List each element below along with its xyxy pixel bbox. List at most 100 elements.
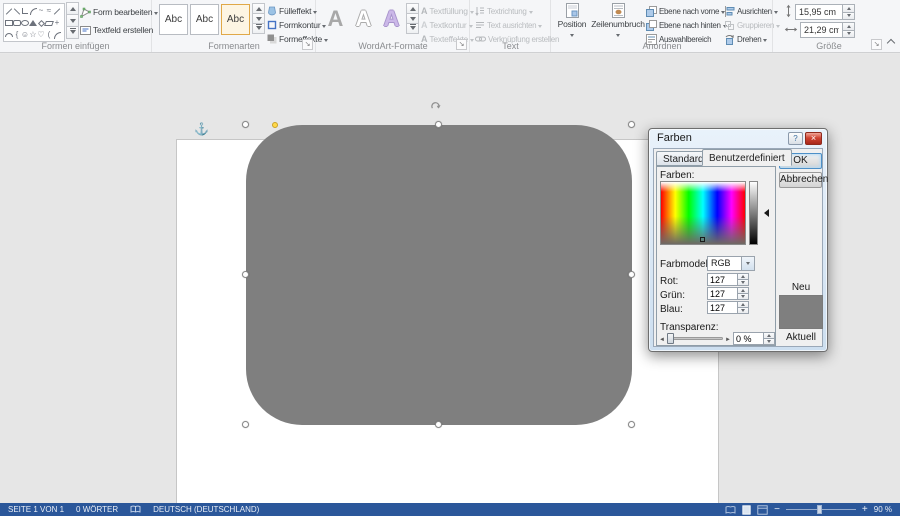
- shape-diagonal-icon[interactable]: [53, 5, 61, 17]
- shape-width-stepper[interactable]: [784, 22, 855, 38]
- wordart-style-2[interactable]: A: [350, 2, 377, 35]
- luminance-bar[interactable]: [749, 181, 758, 245]
- selection-handle-top-left[interactable]: [242, 121, 249, 128]
- adjust-handle[interactable]: [272, 122, 278, 128]
- slider-right-arrow[interactable]: ►: [725, 337, 731, 343]
- shape-parallelogram-icon[interactable]: [45, 17, 53, 29]
- shape-diamond-icon[interactable]: [37, 17, 45, 29]
- align-objects-button[interactable]: Ausrichten: [724, 4, 778, 18]
- shape-styles-dialog-launcher[interactable]: ↘: [302, 39, 313, 50]
- read-mode-button[interactable]: [725, 505, 736, 515]
- send-backward-button[interactable]: Ebene nach hinten: [646, 18, 727, 32]
- red-down-button[interactable]: [738, 279, 749, 286]
- height-down-button[interactable]: [843, 12, 855, 21]
- blue-down-button[interactable]: [738, 307, 749, 314]
- zoom-slider-thumb[interactable]: [817, 505, 822, 514]
- wrap-text-button[interactable]: Zeilenumbruch: [592, 3, 644, 39]
- slider-left-arrow[interactable]: ◄: [659, 337, 665, 343]
- selection-handle-middle-right[interactable]: [628, 271, 635, 278]
- transparency-input[interactable]: [733, 332, 764, 345]
- wordart-style-1[interactable]: A: [322, 2, 349, 35]
- shape-gallery[interactable]: ~ ≈ + { ☺ ☆ ♡: [3, 3, 65, 42]
- width-down-button[interactable]: [843, 30, 855, 39]
- shape-zigzag-icon[interactable]: ≈: [45, 5, 53, 17]
- combo-arrow-button[interactable]: [741, 257, 754, 270]
- color-spectrum[interactable]: [660, 181, 746, 245]
- wordart-more-button[interactable]: [406, 23, 419, 34]
- shape-triangle-icon[interactable]: [29, 17, 37, 29]
- shape-star-icon[interactable]: ☆: [29, 29, 37, 41]
- size-dialog-launcher[interactable]: ↘: [871, 39, 882, 50]
- red-input[interactable]: [707, 273, 738, 286]
- transparency-slider-thumb[interactable]: [667, 333, 674, 344]
- print-layout-button[interactable]: [742, 505, 751, 515]
- selection-handle-bottom-right[interactable]: [628, 421, 635, 428]
- collapse-ribbon-button[interactable]: [887, 39, 895, 47]
- shape-paren-icon[interactable]: (: [45, 29, 53, 41]
- shape-width-input[interactable]: [800, 22, 843, 38]
- shape-curve2-icon[interactable]: [53, 29, 61, 41]
- transparency-down-button[interactable]: [764, 338, 775, 345]
- shape-style-1[interactable]: Abc: [159, 4, 188, 35]
- red-stepper[interactable]: [707, 273, 749, 286]
- position-button[interactable]: Position: [554, 3, 590, 39]
- shape-fill-button[interactable]: Fülleffekt: [267, 4, 317, 18]
- shape-oval-icon[interactable]: [21, 17, 29, 29]
- shape-arc-icon[interactable]: [5, 29, 13, 41]
- proofing-icon[interactable]: [130, 505, 141, 514]
- gallery-more-button[interactable]: [66, 26, 79, 39]
- selection-handle-top-right[interactable]: [628, 121, 635, 128]
- shape-rect-icon[interactable]: [5, 17, 13, 29]
- shape-curve-icon[interactable]: [29, 5, 37, 17]
- blue-input[interactable]: [707, 301, 738, 314]
- word-count[interactable]: 0 WÖRTER: [76, 505, 118, 514]
- color-model-select[interactable]: RGB: [707, 256, 755, 271]
- transparency-stepper[interactable]: [733, 332, 775, 345]
- shape-elbow-icon[interactable]: [21, 5, 29, 17]
- shape-height-stepper[interactable]: [784, 4, 855, 20]
- blue-stepper[interactable]: [707, 301, 749, 314]
- dialog-title[interactable]: Farben: [657, 132, 692, 144]
- text-outline-button[interactable]: A Textkontur: [421, 18, 473, 32]
- dialog-close-button[interactable]: ×: [805, 132, 822, 145]
- shape-style-3[interactable]: Abc: [221, 4, 250, 35]
- page-indicator[interactable]: SEITE 1 VON 1: [8, 505, 64, 514]
- zoom-in-button[interactable]: +: [862, 504, 868, 515]
- rotate-handle[interactable]: [430, 100, 442, 112]
- tab-custom[interactable]: Benutzerdefiniert: [702, 149, 792, 166]
- styles-more-button[interactable]: [252, 23, 265, 34]
- shape-line-icon[interactable]: [5, 5, 13, 17]
- luminance-slider-arrow[interactable]: [760, 209, 769, 217]
- text-fill-button[interactable]: A Textfüllung: [421, 4, 474, 18]
- spectrum-marker[interactable]: [700, 237, 705, 242]
- text-direction-button[interactable]: Textrichtung: [475, 4, 533, 18]
- cancel-button[interactable]: Abbrechen: [779, 172, 822, 188]
- shape-cross-icon[interactable]: +: [53, 17, 61, 29]
- shape-heart-icon[interactable]: ♡: [37, 29, 45, 41]
- rounded-rectangle-shape[interactable]: [246, 125, 632, 425]
- zoom-slider[interactable]: [786, 505, 856, 514]
- selection-handle-middle-left[interactable]: [242, 271, 249, 278]
- shape-smiley-icon[interactable]: ☺: [21, 29, 29, 41]
- zoom-percentage[interactable]: 90 %: [874, 505, 892, 514]
- group-objects-button[interactable]: Gruppieren: [724, 18, 780, 32]
- web-layout-button[interactable]: [757, 505, 768, 515]
- shape-height-input[interactable]: [795, 4, 843, 20]
- align-text-button[interactable]: Text ausrichten: [475, 18, 542, 32]
- selection-handle-bottom-left[interactable]: [242, 421, 249, 428]
- wordart-style-3[interactable]: A: [378, 2, 405, 35]
- selection-handle-top-middle[interactable]: [435, 121, 442, 128]
- shape-style-2[interactable]: Abc: [190, 4, 219, 35]
- shape-brace-icon[interactable]: {: [13, 29, 21, 41]
- shape-roundrect-icon[interactable]: [13, 17, 21, 29]
- draw-textbox-button[interactable]: Textfeld erstellen: [80, 23, 153, 37]
- shape-line2-icon[interactable]: [13, 5, 21, 17]
- green-input[interactable]: [707, 287, 738, 300]
- shape-wave-icon[interactable]: ~: [37, 5, 45, 17]
- bring-forward-button[interactable]: Ebene nach vorne: [646, 4, 725, 18]
- dialog-help-button[interactable]: ?: [788, 132, 803, 145]
- green-stepper[interactable]: [707, 287, 749, 300]
- zoom-out-button[interactable]: −: [774, 504, 780, 515]
- transparency-slider-track[interactable]: [667, 337, 723, 340]
- selection-handle-bottom-middle[interactable]: [435, 421, 442, 428]
